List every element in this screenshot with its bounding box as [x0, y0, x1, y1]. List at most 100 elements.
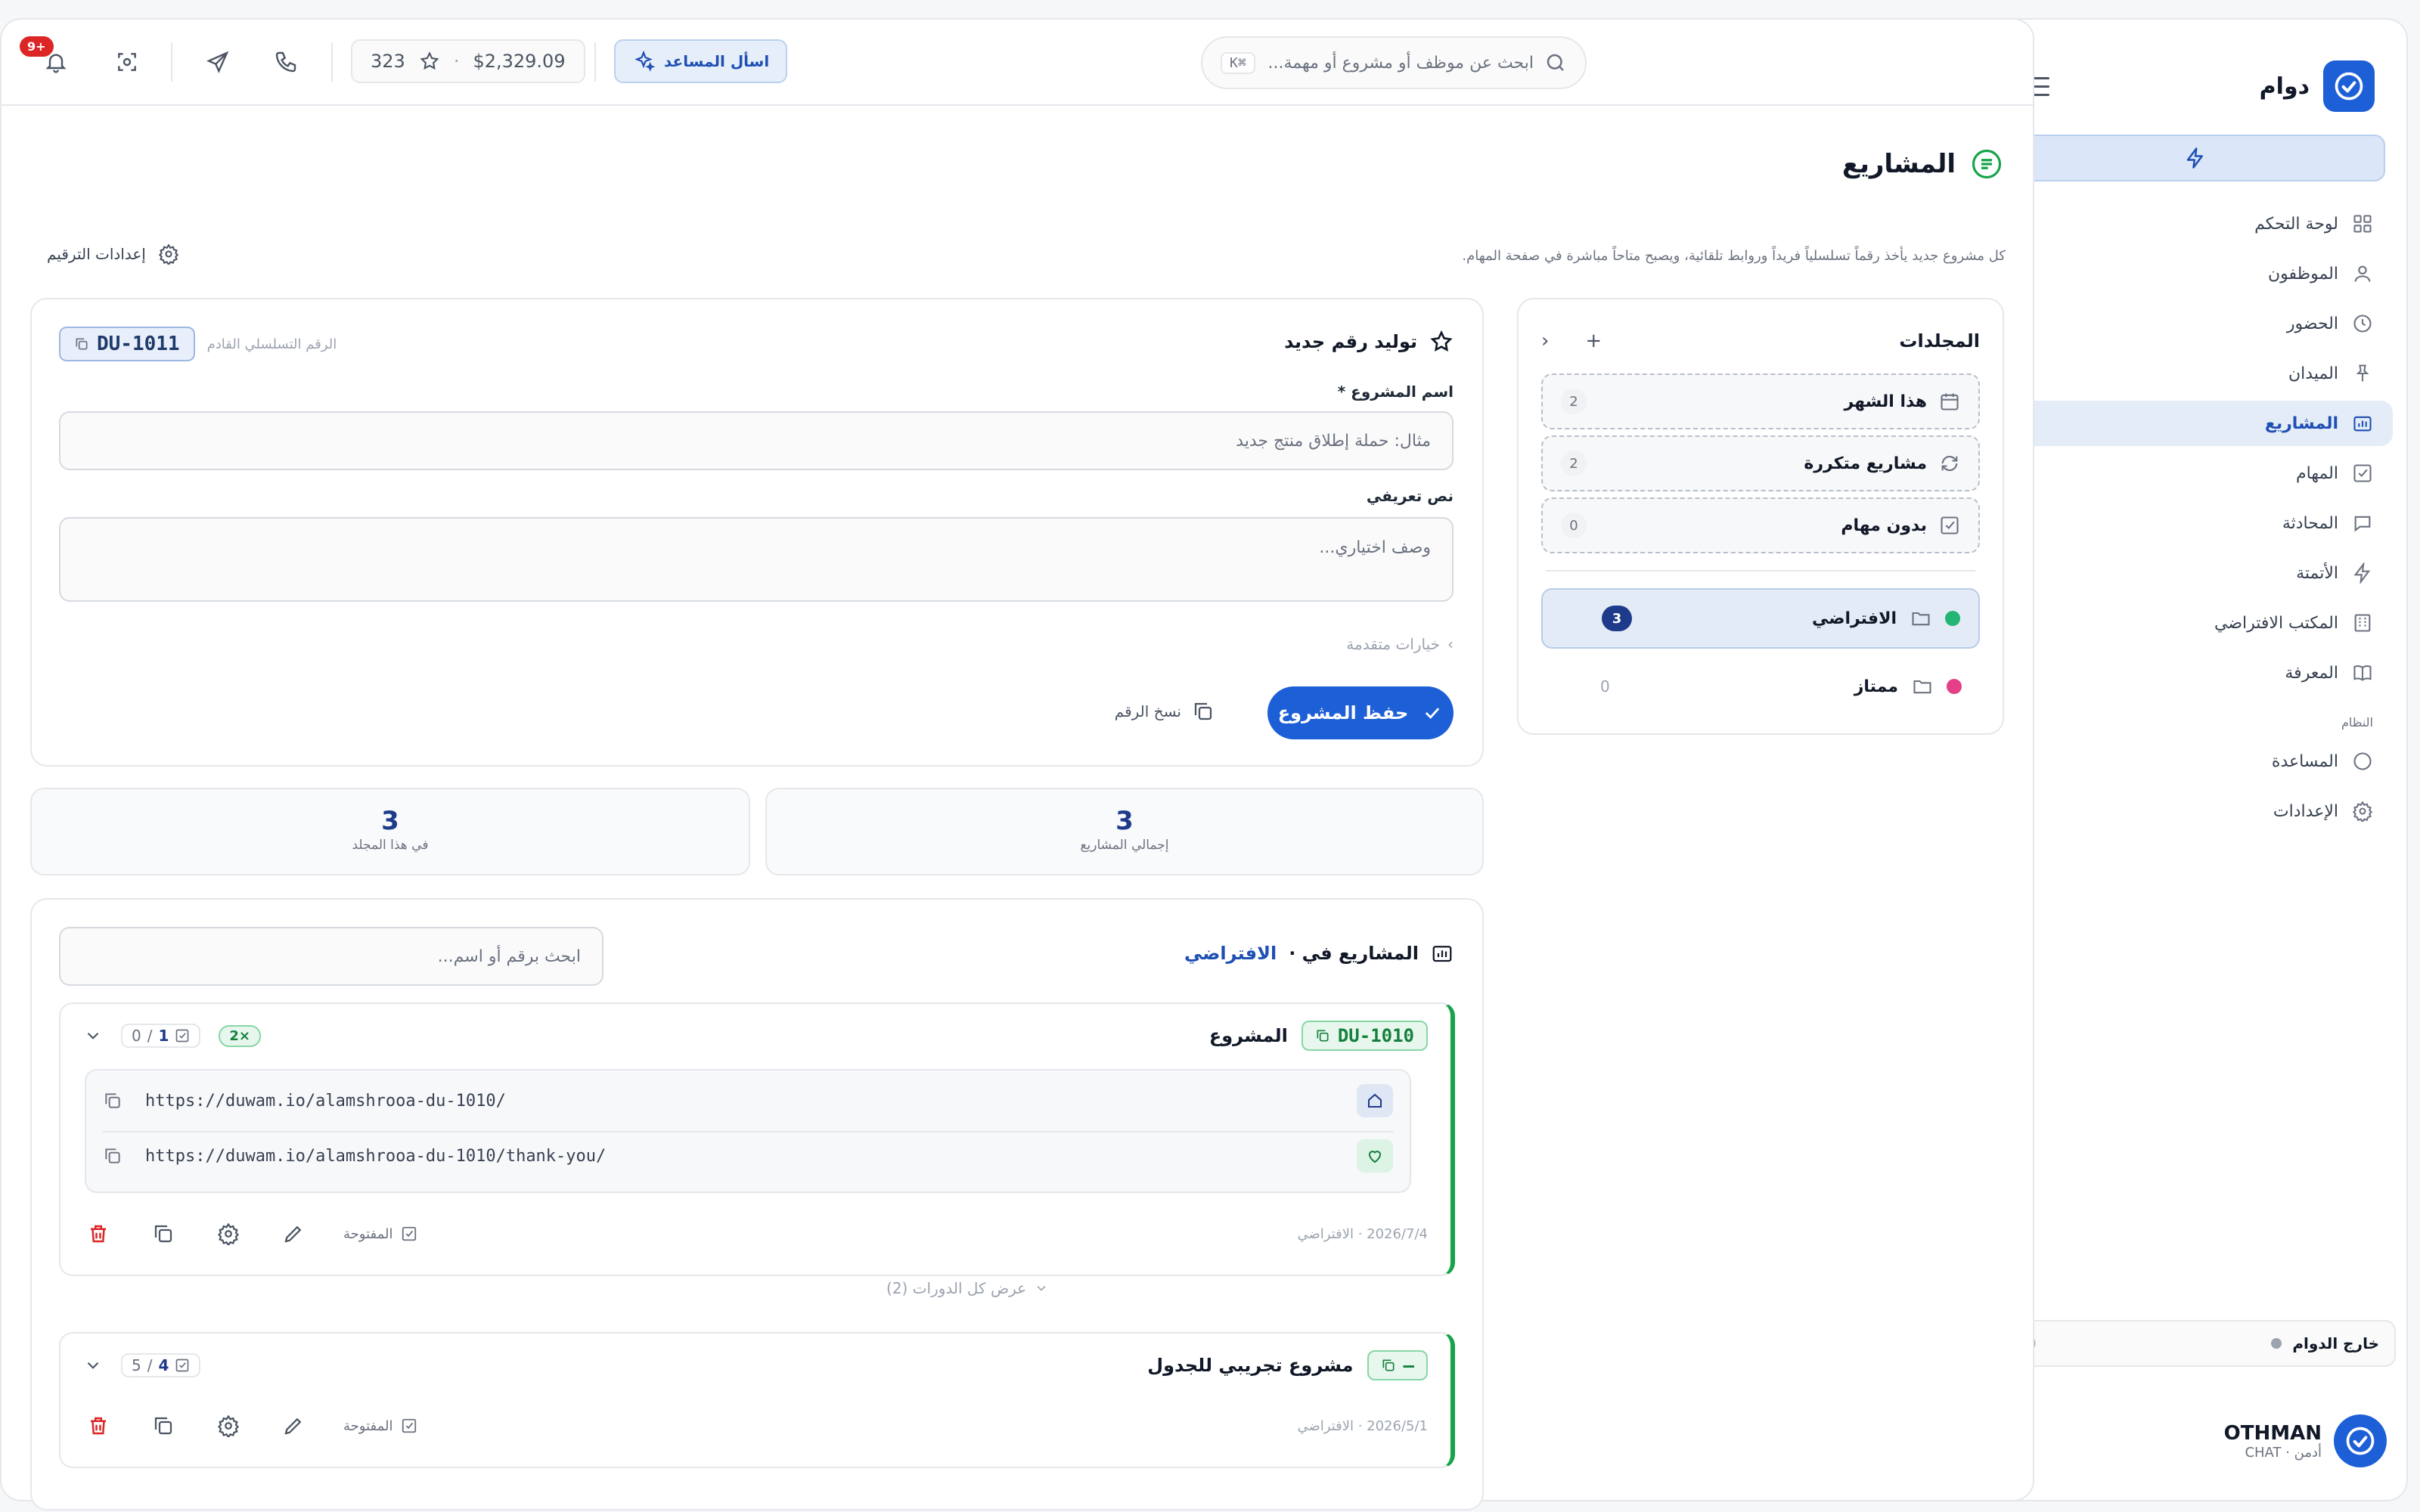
- delete-icon[interactable]: [83, 1411, 113, 1441]
- brand-logo-icon: [2323, 60, 2375, 112]
- send-icon[interactable]: [201, 45, 234, 79]
- bolt-icon: [2186, 147, 2203, 169]
- brand[interactable]: دوام: [2260, 60, 2375, 112]
- task-total: 0: [132, 1027, 141, 1045]
- sidebar-item-virtual-office[interactable]: المكتب الافتراضي: [2000, 600, 2393, 646]
- balance-widget[interactable]: 323 · $2,329.09: [351, 39, 585, 83]
- advanced-options-label: خيارات متقدمة: [1346, 635, 1440, 653]
- sidebar-item-label: الإعدادات: [2273, 801, 2338, 821]
- copy-icon[interactable]: [103, 1146, 123, 1166]
- copy-icon[interactable]: [103, 1091, 123, 1111]
- project-link-row: https://duwam.io/alamshrooa-du-1010/than…: [103, 1131, 1393, 1179]
- advanced-options-toggle[interactable]: › خيارات متقدمة: [1346, 635, 1454, 653]
- serial-value: DU-1011: [97, 333, 180, 355]
- task-total: 5: [132, 1356, 141, 1374]
- quick-action-button[interactable]: [2006, 135, 2385, 181]
- scan-icon[interactable]: [110, 45, 144, 79]
- description-textarea[interactable]: وصف اختياري...: [59, 517, 1454, 602]
- sidebar-item-settings[interactable]: الإعدادات: [2000, 789, 2393, 834]
- show-all-cycles-button[interactable]: عرض كل الدورات (2): [886, 1279, 1049, 1297]
- duplicate-icon[interactable]: [148, 1219, 178, 1249]
- edit-icon[interactable]: [278, 1219, 309, 1249]
- description-label: نص تعريفي: [1366, 487, 1454, 505]
- sidebar-item-field[interactable]: الميدان: [2000, 351, 2393, 396]
- project-link-url[interactable]: https://duwam.io/alamshrooa-du-1010/: [145, 1092, 506, 1111]
- sparkles-icon: [634, 50, 655, 72]
- project-serial-badge[interactable]: DU-1010: [1301, 1021, 1428, 1051]
- projects-list: المشاريع في · الافتراضي ابحث برقم أو اسم…: [30, 898, 1484, 1510]
- project-date: 2026/7/4 · الافتراضي: [1297, 1225, 1428, 1242]
- folder-color-dot: [1947, 679, 1962, 694]
- open-tasks-link[interactable]: المفتوحة: [343, 1418, 417, 1434]
- save-project-button[interactable]: حفظ المشروع: [1267, 686, 1454, 739]
- folder-default[interactable]: الافتراضي 3: [1541, 588, 1980, 649]
- add-folder-icon[interactable]: +: [1585, 330, 1602, 352]
- folder-excellent[interactable]: ممتاز 0: [1541, 656, 1980, 717]
- star-icon: [420, 51, 439, 70]
- sidebar-item-label: الموظفون: [2267, 264, 2338, 284]
- building-icon: [2350, 611, 2375, 635]
- project-name-input[interactable]: مثال: حملة إطلاق منتج جديد: [59, 411, 1454, 470]
- smart-folder-recurring[interactable]: مشاريع متكررة 2: [1541, 435, 1980, 491]
- topbar: ابحث عن موظف أو مشروع أو مهمة... ⌘K اسأل…: [2, 20, 2033, 106]
- user-menu[interactable]: OTHMAN أدمن · CHAT: [2007, 1409, 2387, 1473]
- chevron-left-icon[interactable]: ‹: [1541, 330, 1549, 352]
- chat-icon: [2350, 511, 2375, 535]
- user-icon: [2350, 262, 2375, 286]
- open-tasks-link[interactable]: المفتوحة: [343, 1225, 417, 1242]
- ask-assistant-button[interactable]: اسأل المساعد: [614, 39, 788, 83]
- global-search-input[interactable]: ابحث عن موظف أو مشروع أو مهمة... ⌘K: [1201, 36, 1587, 89]
- task-count: 0 / 1: [121, 1024, 201, 1048]
- smart-folder-no-tasks[interactable]: بدون مهام 0: [1541, 497, 1980, 553]
- chevron-down-icon: [1037, 1285, 1046, 1291]
- check-square-icon: [402, 1418, 416, 1433]
- project-link-url[interactable]: https://duwam.io/alamshrooa-du-1010/than…: [145, 1147, 606, 1166]
- project-name: المشروع: [1208, 1025, 1288, 1046]
- sidebar-item-chat[interactable]: المحادثة: [2000, 500, 2393, 546]
- projects-search-input[interactable]: ابحث برقم أو اسم...: [59, 927, 603, 986]
- avatar: [2334, 1414, 2387, 1467]
- gear-icon[interactable]: [213, 1411, 244, 1441]
- serial-badge[interactable]: DU-1011: [59, 327, 195, 361]
- folder-chart-icon: [2350, 411, 2375, 435]
- sidebar-item-label: المحادثة: [2282, 513, 2338, 533]
- stat-label: إجمالي المشاريع: [1080, 838, 1169, 853]
- sidebar: دوام لوحة التحكم الموظفون الحضور الميدان…: [1986, 18, 2408, 1501]
- bell-icon[interactable]: +9: [20, 36, 73, 79]
- ask-assistant-label: اسأل المساعد: [664, 52, 770, 70]
- sidebar-item-help[interactable]: المساعدة: [2000, 739, 2393, 784]
- next-serial-label: الرقم التسلسلي القادم: [206, 336, 337, 352]
- project-serial-badge[interactable]: —: [1367, 1350, 1428, 1380]
- sidebar-item-tasks[interactable]: المهام: [2000, 451, 2393, 496]
- phone-icon[interactable]: [269, 45, 302, 79]
- folder-color-dot: [1945, 611, 1960, 626]
- numbering-settings-label: إعدادات الترقيم: [47, 245, 146, 263]
- chevron-down-icon[interactable]: [83, 1356, 103, 1375]
- gear-icon: [2350, 799, 2375, 823]
- new-project-form: توليد رقم جديد الرقم التسلسلي القادم DU-…: [30, 298, 1484, 767]
- sidebar-item-projects[interactable]: المشاريع: [2000, 401, 2393, 446]
- gear-icon[interactable]: [213, 1219, 244, 1249]
- copy-icon: [1382, 1359, 1395, 1371]
- chevron-down-icon[interactable]: [83, 1026, 103, 1046]
- folders-title: المجلدات: [1899, 330, 1980, 352]
- copy-number-button[interactable]: نسخ الرقم: [1115, 700, 1215, 723]
- sidebar-item-label: المعرفة: [2285, 663, 2338, 683]
- book-icon: [2350, 661, 2375, 685]
- folder-count: 0: [1561, 513, 1587, 538]
- delete-icon[interactable]: [83, 1219, 113, 1249]
- numbering-settings-button[interactable]: إعدادات الترقيم: [47, 243, 179, 265]
- project-card[interactable]: — مشروع تجريبي للجدول 5 / 4 2026/5/1 · ا…: [59, 1332, 1455, 1468]
- sidebar-item-knowledge[interactable]: المعرفة: [2000, 650, 2393, 696]
- sidebar-item-attendance[interactable]: الحضور: [2000, 301, 2393, 346]
- edit-icon[interactable]: [278, 1411, 309, 1441]
- duplicate-icon[interactable]: [148, 1411, 178, 1441]
- work-status-toggle[interactable]: خارج الدوام: [1998, 1320, 2396, 1367]
- project-serial: DU-1010: [1337, 1025, 1414, 1046]
- sidebar-nav: لوحة التحكم الموظفون الحضور الميدان المش…: [2000, 201, 2393, 838]
- sidebar-item-employees[interactable]: الموظفون: [2000, 251, 2393, 296]
- sidebar-item-dashboard[interactable]: لوحة التحكم: [2000, 201, 2393, 246]
- sidebar-item-automation[interactable]: الأتمتة: [2000, 550, 2393, 596]
- project-card[interactable]: DU-1010 المشروع 0 / 1 2× https://duwam.i…: [59, 1002, 1455, 1276]
- smart-folder-this-month[interactable]: هذا الشهر 2: [1541, 373, 1980, 429]
